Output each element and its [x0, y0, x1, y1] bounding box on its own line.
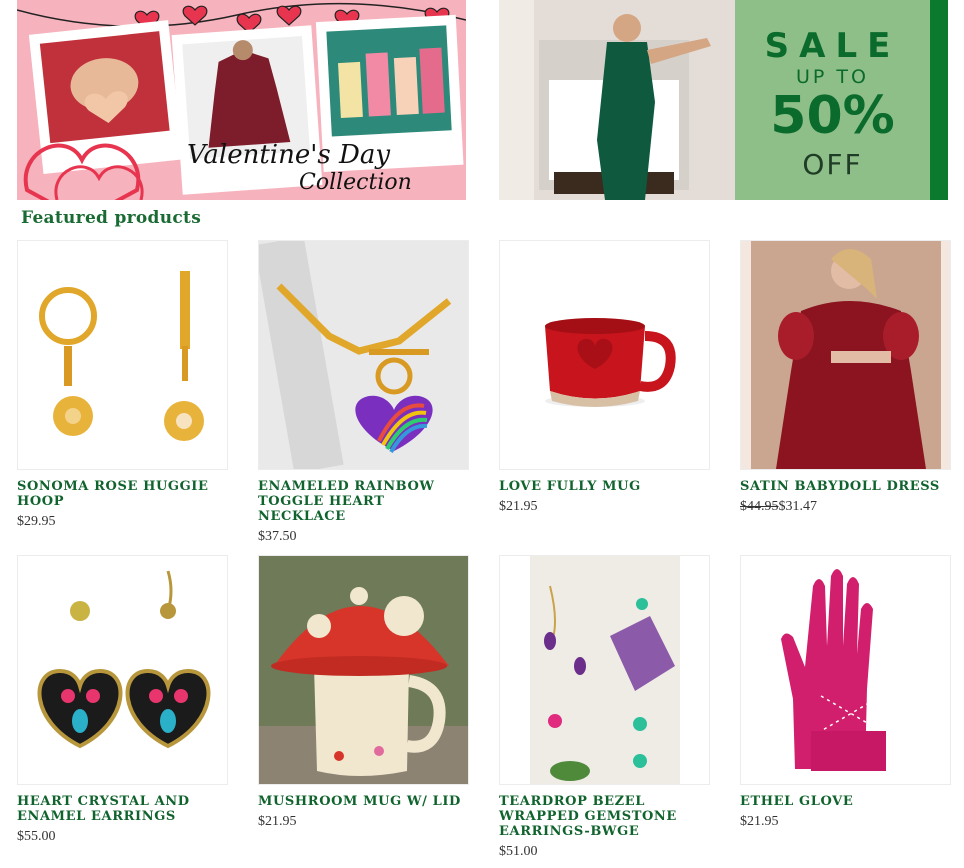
sale-label: SALE — [764, 26, 901, 66]
ethel-glove-image — [741, 556, 950, 784]
sale-banner[interactable]: SALE UP TO 50% OFF — [499, 0, 948, 200]
product-image[interactable] — [740, 240, 951, 470]
gemstone-earrings-image — [500, 556, 709, 784]
product-card[interactable]: TEARDROP BEZEL WRAPPED GEMSTONE EARRINGS… — [499, 555, 710, 860]
rainbow-necklace-image — [259, 241, 468, 469]
product-card[interactable]: LOVE FULLY MUG $21.95 — [499, 240, 710, 515]
mushroom-mug-image — [259, 556, 468, 784]
product-current-price: $55.00 — [17, 829, 56, 844]
product-current-price: $37.50 — [258, 529, 297, 544]
sale-up-to: UP TO — [796, 66, 869, 88]
huggie-hoop-image — [18, 241, 227, 469]
product-name[interactable]: LOVE FULLY MUG — [499, 479, 710, 494]
product-name[interactable]: SATIN BABYDOLL DRESS — [740, 479, 951, 494]
product-price: $55.00 — [17, 829, 228, 845]
product-image[interactable] — [258, 240, 469, 470]
product-card[interactable]: ETHEL GLOVE $21.95 — [740, 555, 951, 830]
product-image[interactable] — [499, 555, 710, 785]
product-current-price: $21.95 — [499, 499, 538, 514]
product-image[interactable] — [17, 240, 228, 470]
love-mug-image — [500, 241, 709, 469]
sale-off: OFF — [802, 148, 863, 181]
product-name[interactable]: ENAMELED RAINBOW TOGGLE HEART NECKLACE — [258, 479, 469, 524]
product-card[interactable]: ENAMELED RAINBOW TOGGLE HEART NECKLACE $… — [258, 240, 469, 545]
product-name[interactable]: TEARDROP BEZEL WRAPPED GEMSTONE EARRINGS… — [499, 794, 710, 839]
product-price: $21.95 — [740, 814, 951, 830]
product-image[interactable] — [740, 555, 951, 785]
featured-products-heading: Featured products — [21, 208, 202, 228]
valentine-banner-title-line1: Valentine's Day — [187, 140, 391, 170]
product-price: $44.95$31.47 — [740, 499, 951, 515]
storefront-page: Valentine's Day Collection SALE UP TO 50… — [0, 0, 964, 868]
product-name[interactable]: MUSHROOM MUG W/ LID — [258, 794, 469, 809]
product-price: $29.95 — [17, 514, 228, 530]
product-name[interactable]: HEART CRYSTAL AND ENAMEL EARRINGS — [17, 794, 228, 824]
product-image[interactable] — [258, 555, 469, 785]
product-card[interactable]: HEART CRYSTAL AND ENAMEL EARRINGS $55.00 — [17, 555, 228, 845]
product-card[interactable]: SONOMA ROSE HUGGIE HOOP $29.95 — [17, 240, 228, 530]
product-name[interactable]: ETHEL GLOVE — [740, 794, 951, 809]
valentine-collection-banner[interactable]: Valentine's Day Collection — [17, 0, 466, 200]
heart-earrings-image — [18, 556, 227, 784]
product-image[interactable] — [499, 240, 710, 470]
product-name[interactable]: SONOMA ROSE HUGGIE HOOP — [17, 479, 228, 509]
product-price: $21.95 — [258, 814, 469, 830]
product-price: $51.00 — [499, 844, 710, 860]
product-current-price: $21.95 — [258, 814, 297, 829]
product-old-price: $44.95 — [740, 499, 779, 514]
product-card[interactable]: MUSHROOM MUG W/ LID $21.95 — [258, 555, 469, 830]
product-price: $37.50 — [258, 529, 469, 545]
babydoll-dress-image — [741, 241, 950, 469]
sale-percent: 50% — [770, 86, 895, 146]
product-current-price: $21.95 — [740, 814, 779, 829]
product-current-price: $51.00 — [499, 844, 538, 859]
product-current-price: $31.47 — [778, 499, 818, 514]
product-image[interactable] — [17, 555, 228, 785]
valentine-banner-title-line2: Collection — [299, 170, 412, 195]
product-current-price: $29.95 — [17, 514, 56, 529]
product-price: $21.95 — [499, 499, 710, 515]
product-card[interactable]: SATIN BABYDOLL DRESS $44.95$31.47 — [740, 240, 951, 515]
